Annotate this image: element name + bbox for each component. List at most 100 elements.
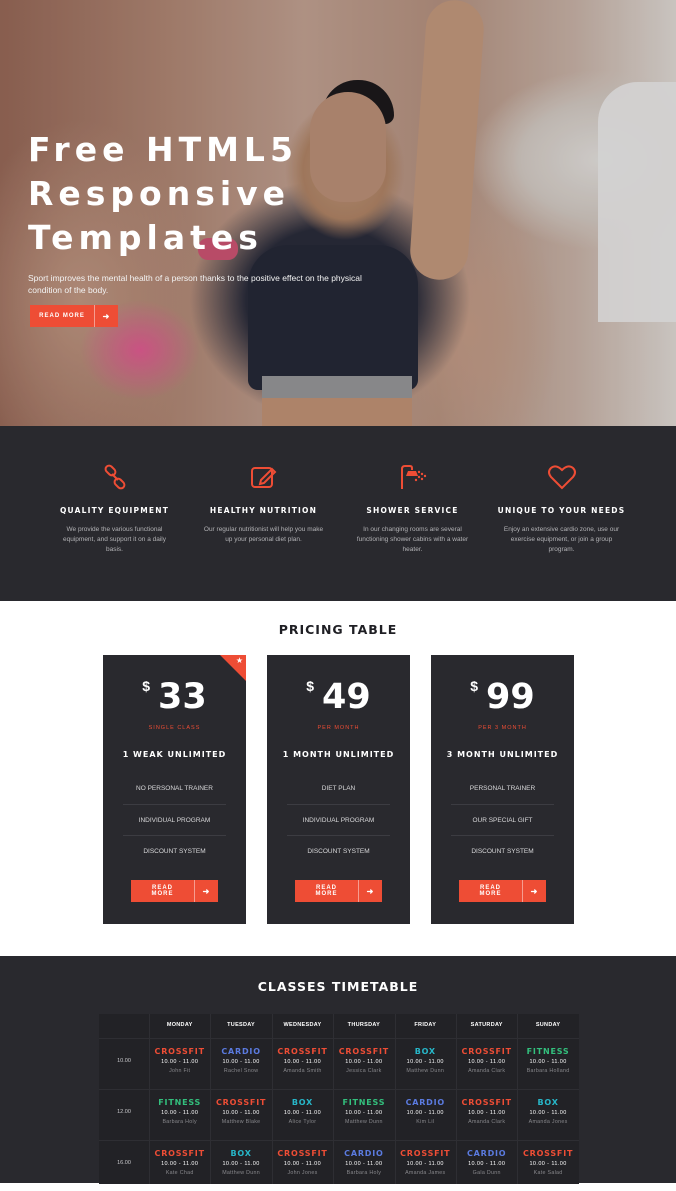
timetable-cell[interactable]: BOX 10.00 - 11.00 Matthew Dunn xyxy=(395,1038,456,1089)
plan-name: 3 MONTH UNLIMITED xyxy=(446,750,559,759)
button-label: READ MORE xyxy=(479,885,502,897)
class-name: BOX xyxy=(537,1098,559,1107)
timetable-cell[interactable]: CARDIO 10.00 - 11.00 Gala Dunn xyxy=(456,1140,517,1191)
hero-text: Sport improves the mental health of a pe… xyxy=(28,273,362,295)
plan-amount: 33 xyxy=(158,677,207,717)
class-coach: Kim Lil xyxy=(416,1119,435,1125)
arrow-right-icon: ➜ xyxy=(194,880,218,902)
hero-title: Free HTML5 Responsive Templates xyxy=(28,130,298,257)
plan-currency: $ xyxy=(306,678,315,694)
class-name: CARDIO xyxy=(405,1098,446,1107)
class-coach: Barbara Holy xyxy=(346,1170,382,1176)
timetable-cell[interactable]: CARDIO 10.00 - 11.00 Kim Lil xyxy=(395,1089,456,1140)
arrow-right-icon: ➜ xyxy=(522,880,546,902)
time-label: 16.00 xyxy=(117,1160,131,1166)
class-name: FITNESS xyxy=(526,1047,570,1056)
timetable-cell[interactable]: CARDIO 10.00 - 11.00 Rachel Snow xyxy=(210,1038,271,1089)
plan-read-more-button[interactable]: READ MORE ➜ xyxy=(131,880,218,902)
plan-feature-item: NO PERSONAL TRAINER xyxy=(123,773,226,805)
button-label: READ MORE xyxy=(39,313,85,319)
class-hours: 10.00 - 11.00 xyxy=(406,1161,444,1167)
plan-feature-item: PERSONAL TRAINER xyxy=(451,773,554,805)
class-coach: Alice Tylor xyxy=(288,1119,317,1125)
shower-icon xyxy=(344,462,481,492)
class-hours: 10.00 - 11.00 xyxy=(161,1161,199,1167)
heart-icon xyxy=(493,462,630,492)
class-coach: Matthew Dunn xyxy=(406,1068,445,1074)
class-coach: Matthew Dunn xyxy=(345,1119,383,1125)
plan-feature-item: DIET PLAN xyxy=(287,773,390,805)
class-hours: 10.00 - 11.00 xyxy=(406,1110,444,1116)
timetable-cell[interactable]: BOX 10.00 - 11.00 Amanda Jones xyxy=(517,1089,578,1140)
class-coach: John Fit xyxy=(169,1068,191,1074)
timetable-cell[interactable]: CROSSFIT 10.00 - 11.00 John Jones xyxy=(272,1140,333,1191)
plan-name: 1 WEAK UNLIMITED xyxy=(122,750,227,759)
plan-features: NO PERSONAL TRAINER INDIVIDUAL PROGRAM D… xyxy=(123,773,226,868)
class-name: CROSSFIT xyxy=(215,1098,267,1107)
feature-shower-service: SHOWER SERVICE In our changing rooms are… xyxy=(338,462,487,601)
feature-quality-equipment: QUALITY EQUIPMENT We provide the various… xyxy=(40,462,189,601)
timetable-cell[interactable]: FITNESS 10.00 - 11.00 Matthew Dunn xyxy=(333,1089,394,1140)
class-name: CARDIO xyxy=(221,1047,261,1056)
feature-title: HEALTHY NUTRITION xyxy=(209,506,318,515)
timetable-cell[interactable]: CROSSFIT 10.00 - 11.00 Kate Salad xyxy=(517,1140,578,1191)
class-hours: 10.00 - 11.00 xyxy=(161,1059,199,1065)
feature-title: SHOWER SERVICE xyxy=(366,506,459,515)
pricing-title: PRICING TABLE xyxy=(278,622,398,637)
class-hours: 10.00 - 11.00 xyxy=(283,1059,322,1065)
timetable-cell[interactable]: BOX 10.00 - 11.00 Alice Tylor xyxy=(272,1089,333,1140)
plan-feature-item: OUR SPECIAL GIFT xyxy=(451,805,554,836)
plan-amount: 49 xyxy=(322,677,371,717)
class-name: CROSSFIT xyxy=(277,1047,328,1056)
plan-feature-item: DISCOUNT SYSTEM xyxy=(143,848,206,855)
edit-note-icon xyxy=(195,462,332,492)
arrow-right-icon: ➜ xyxy=(358,880,382,902)
timetable-cell[interactable]: CROSSFIT 10.00 - 11.00 Amanda Smith xyxy=(272,1038,333,1089)
plan-price: $ 99 xyxy=(431,677,574,717)
timetable-cell[interactable]: FITNESS 10.00 - 11.00 Barbara Holy xyxy=(149,1089,210,1140)
timetable-cell[interactable]: CROSSFIT 10.00 - 11.00 Kate Chad xyxy=(149,1140,210,1191)
timetable-cell[interactable]: CROSSFIT 10.00 - 11.00 Jessica Clark xyxy=(333,1038,394,1089)
class-coach: Barbara Holland xyxy=(526,1068,570,1074)
class-hours: 10.00 - 11.00 xyxy=(345,1059,383,1065)
class-hours: 10.00 - 11.00 xyxy=(222,1059,260,1065)
class-coach: Rachel Snow xyxy=(223,1068,259,1074)
plan-price: $ 33 xyxy=(103,677,246,717)
timetable-cell[interactable]: BOX 10.00 - 11.00 Matthew Dunn xyxy=(210,1140,271,1191)
timetable-cell[interactable]: CROSSFIT 10.00 - 11.00 John Fit xyxy=(149,1038,210,1089)
timetable-cell[interactable]: CROSSFIT 10.00 - 11.00 Matthew Blake xyxy=(210,1089,271,1140)
button-label: READ MORE xyxy=(315,885,338,897)
day-header-tuesday: TUESDAY xyxy=(227,1022,256,1028)
plan-read-more-button[interactable]: READ MORE ➜ xyxy=(459,880,546,902)
class-hours: 10.00 - 11.00 xyxy=(529,1161,567,1167)
day-header-saturday: SATURDAY xyxy=(470,1022,503,1028)
timetable-cell[interactable]: CARDIO 10.00 - 11.00 Barbara Holy xyxy=(333,1140,394,1191)
link-chain-icon xyxy=(46,462,183,492)
plan-features: PERSONAL TRAINER OUR SPECIAL GIFT DISCOU… xyxy=(451,773,554,868)
plan-feature-item: INDIVIDUAL PROGRAM xyxy=(123,805,226,836)
pricing-plan-per-3-month: $ 99 PER 3 MONTH 3 MONTH UNLIMITED PERSO… xyxy=(431,655,574,924)
class-hours: 10.00 - 11.00 xyxy=(529,1110,567,1116)
timetable-cell[interactable]: CROSSFIT 10.00 - 11.00 Amanda Clark xyxy=(456,1089,517,1140)
class-coach: Jessica Clark xyxy=(346,1068,382,1074)
class-name: CARDIO xyxy=(344,1149,384,1158)
timetable-cell[interactable]: CROSSFIT 10.00 - 11.00 Amanda Clark xyxy=(456,1038,517,1089)
timetable-cell[interactable]: CROSSFIT 10.00 - 11.00 Amanda James xyxy=(395,1140,456,1191)
time-label: 10.00 xyxy=(117,1058,131,1064)
class-coach: Kate Chad xyxy=(165,1170,194,1176)
class-name: BOX xyxy=(230,1149,252,1158)
time-label: 12.00 xyxy=(117,1109,131,1115)
plan-feature-item: DISCOUNT SYSTEM xyxy=(471,848,534,855)
class-coach: Gala Dunn xyxy=(472,1170,501,1176)
plan-read-more-button[interactable]: READ MORE ➜ xyxy=(295,880,382,902)
class-coach: Amanda Smith xyxy=(283,1068,322,1074)
star-icon: ★ xyxy=(235,656,243,665)
class-hours: 10.00 - 11.00 xyxy=(283,1110,322,1116)
class-hours: 10.00 - 11.00 xyxy=(345,1110,383,1116)
feature-text: Enjoy an extensive cardio zone, use our … xyxy=(503,526,620,553)
hero-read-more-button[interactable]: READ MORE ➜ xyxy=(30,305,118,327)
class-coach: Matthew Dunn xyxy=(222,1170,260,1176)
plan-features: DIET PLAN INDIVIDUAL PROGRAM DISCOUNT SY… xyxy=(287,773,390,868)
timetable-cell[interactable]: FITNESS 10.00 - 11.00 Barbara Holland xyxy=(517,1038,578,1089)
plan-price: $ 49 xyxy=(267,677,410,717)
